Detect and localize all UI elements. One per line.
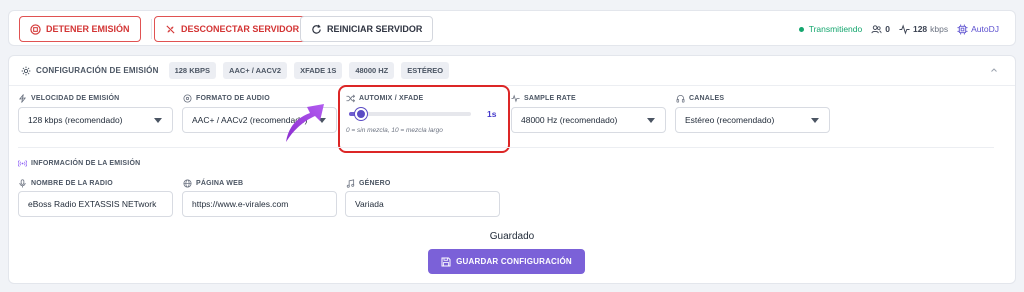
channels-select-value: Estéreo (recomendado) xyxy=(685,115,775,125)
bitrate-field-label: VELOCIDAD DE EMISIÓN xyxy=(18,94,119,103)
broadcast-icon xyxy=(18,160,27,167)
shuffle-icon xyxy=(346,94,355,103)
channels-field-label-text: CANALES xyxy=(689,95,725,102)
pointer-arrow-icon xyxy=(286,104,324,142)
stop-broadcast-button[interactable]: DETENER EMISIÓN xyxy=(19,16,141,42)
bitrate-indicator: 128 kbps xyxy=(899,23,949,35)
unplug-icon xyxy=(166,24,175,34)
zap-icon xyxy=(18,94,27,103)
config-header[interactable]: CONFIGURACIÓN DE EMISIÓN 128 KBPS AAC+ /… xyxy=(9,56,1015,86)
genre-input[interactable]: Variada xyxy=(345,191,500,217)
saved-status: Guardado xyxy=(489,231,535,242)
autodj-indicator[interactable]: AutoDJ xyxy=(957,23,999,35)
config-title: CONFIGURACIÓN DE EMISIÓN xyxy=(21,66,159,76)
genre-label: GÉNERO xyxy=(346,179,391,188)
headphones-icon xyxy=(676,95,685,103)
save-config-label: GUARDAR CONFIGURACIÓN xyxy=(456,257,572,266)
activity-icon xyxy=(899,23,910,35)
samplerate-select-value: 48000 Hz (recomendado) xyxy=(521,115,618,125)
stop-circle-icon xyxy=(30,23,41,35)
section-divider xyxy=(18,147,994,148)
gear-icon xyxy=(21,66,31,75)
autodj-label: AutoDJ xyxy=(971,24,999,34)
bitrate-unit: kbps xyxy=(930,24,949,34)
bitrate-field-label-text: VELOCIDAD DE EMISIÓN xyxy=(31,95,120,102)
disconnect-server-button[interactable]: DESCONECTAR SERVIDOR xyxy=(154,16,311,42)
format-field-label: FORMATO DE AUDIO xyxy=(183,94,270,103)
config-summary-pills: 128 KBPS AAC+ / AACV2 XFADE 1S 48000 HZ … xyxy=(168,62,450,79)
music-icon xyxy=(346,179,355,188)
samplerate-field-label-text: SAMPLE RATE xyxy=(524,95,576,102)
pill-samplerate: 48000 HZ xyxy=(349,62,395,79)
disconnect-server-label: DESCONECTAR SERVIDOR xyxy=(181,24,300,34)
pill-bitrate: 128 KBPS xyxy=(168,62,217,79)
radio-name-input[interactable]: eBoss Radio EXTASSIS NETwork xyxy=(18,191,173,217)
config-title-text: CONFIGURACIÓN DE EMISIÓN xyxy=(36,66,159,75)
listeners-value: 0 xyxy=(885,24,890,34)
website-label: PÁGINA WEB xyxy=(183,179,243,188)
restart-server-button[interactable]: REINICIAR SERVIDOR xyxy=(300,16,434,42)
pill-format: AAC+ / AACV2 xyxy=(223,62,288,79)
status-text: Transmitiendo xyxy=(808,24,863,34)
save-config-button[interactable]: GUARDAR CONFIGURACIÓN xyxy=(428,249,585,274)
bitrate-value: 128 xyxy=(912,24,928,34)
chevron-up-icon[interactable] xyxy=(989,65,999,75)
radio-name-label: NOMBRE DE LA RADIO xyxy=(18,179,113,188)
format-field-label-text: FORMATO DE AUDIO xyxy=(196,95,270,102)
website-input[interactable]: https://www.e-virales.com xyxy=(182,191,337,217)
bitrate-select[interactable]: 128 kbps (recomendado) xyxy=(18,107,173,133)
automix-field-label-text: AUTOMIX / XFADE xyxy=(359,95,424,102)
globe-icon xyxy=(183,179,192,188)
genre-label-text: GÉNERO xyxy=(359,180,391,187)
automix-slider[interactable] xyxy=(349,108,471,120)
channels-select[interactable]: Estéreo (recomendado) xyxy=(675,107,830,133)
users-icon xyxy=(871,24,882,33)
live-dot-icon xyxy=(798,26,804,32)
wave-icon xyxy=(511,94,520,103)
toolbar-divider xyxy=(151,19,152,39)
radio-name-label-text: NOMBRE DE LA RADIO xyxy=(31,180,113,187)
status-bar: Transmitiendo 0 128 kbps AutoDJ xyxy=(798,11,999,47)
automix-field-label: AUTOMIX / XFADE xyxy=(346,94,423,103)
disc-icon xyxy=(183,94,192,103)
pill-channels: ESTÉREO xyxy=(401,62,450,79)
status-live: Transmitiendo xyxy=(798,24,863,34)
restart-server-label: REINICIAR SERVIDOR xyxy=(327,24,423,34)
chevron-down-icon xyxy=(811,118,819,123)
save-icon xyxy=(441,257,451,266)
bitrate-select-value: 128 kbps (recomendado) xyxy=(28,115,123,125)
website-label-text: PÁGINA WEB xyxy=(196,180,244,187)
mic-icon xyxy=(19,179,26,188)
pill-xfade: XFADE 1S xyxy=(294,62,343,79)
toolbar: DETENER EMISIÓN DESCONECTAR SERVIDOR REI… xyxy=(8,10,1016,46)
stop-broadcast-label: DETENER EMISIÓN xyxy=(46,24,130,34)
listeners-count: 0 xyxy=(871,24,890,35)
samplerate-select[interactable]: 48000 Hz (recomendado) xyxy=(511,107,666,133)
info-section-title: INFORMACIÓN DE LA EMISIÓN xyxy=(18,159,140,168)
refresh-icon xyxy=(312,24,321,34)
info-section-title-text: INFORMACIÓN DE LA EMISIÓN xyxy=(31,160,141,167)
cpu-icon xyxy=(957,23,968,35)
samplerate-field-label: SAMPLE RATE xyxy=(511,94,576,103)
channels-field-label: CANALES xyxy=(676,94,724,103)
automix-slider-value: 1s xyxy=(487,109,497,119)
chevron-down-icon xyxy=(647,118,655,123)
automix-hint: 0 = sin mezcla, 10 = mezcla largo xyxy=(346,127,443,134)
chevron-down-icon xyxy=(154,118,162,123)
